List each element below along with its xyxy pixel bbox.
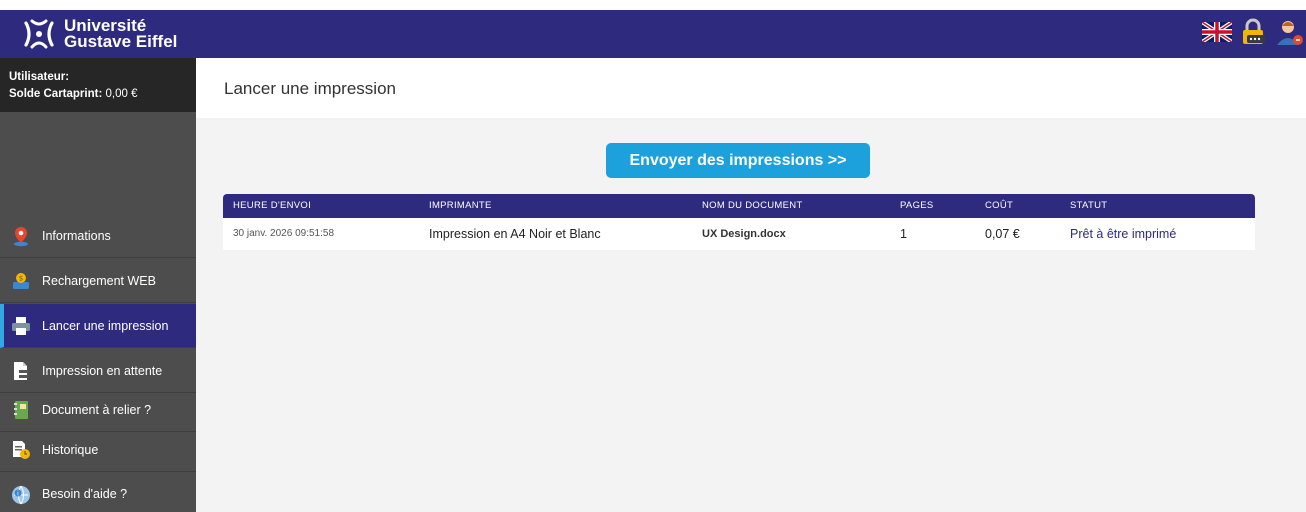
sidebar-item-label: Document à relier ? bbox=[42, 402, 152, 417]
col-nom-document[interactable]: NOM DU DOCUMENT bbox=[702, 194, 803, 218]
print-jobs-table: HEURE D'ENVOI IMPRIMANTE NOM DU DOCUMENT… bbox=[223, 194, 1255, 250]
svg-text:$: $ bbox=[19, 274, 23, 282]
sidebar-item-label: Historique bbox=[42, 442, 99, 457]
sidebar-item-label: Lancer une impression bbox=[42, 318, 169, 333]
sidebar-item-rechargement-web[interactable]: $ Rechargement WEB bbox=[0, 259, 196, 303]
uk-flag-icon[interactable] bbox=[1200, 19, 1234, 47]
col-imprimante[interactable]: IMPRIMANTE bbox=[429, 194, 492, 218]
sidebar-item-label: Impression en attente bbox=[42, 363, 163, 378]
user-label: Utilisateur: bbox=[9, 71, 70, 83]
cell-cout: 0,07 € bbox=[985, 227, 1020, 241]
sidebar-item-impression-attente[interactable]: Impression en attente bbox=[0, 349, 196, 393]
page-header: Lancer une impression bbox=[196, 58, 1306, 118]
user-logout-icon[interactable] bbox=[1274, 17, 1304, 52]
col-statut[interactable]: STATUT bbox=[1070, 194, 1107, 218]
university-logo-icon bbox=[24, 19, 54, 49]
cell-heure-envoi: 30 janv. 2026 09:51:58 bbox=[233, 228, 335, 239]
cell-statut: Prêt à être imprimé bbox=[1070, 227, 1177, 241]
binder-icon bbox=[10, 399, 32, 421]
sidebar-item-lancer-impression[interactable]: Lancer une impression bbox=[0, 304, 196, 348]
document-queue-icon bbox=[10, 360, 32, 382]
main-content: Lancer une impression Envoyer des impres… bbox=[196, 58, 1306, 512]
cell-imprimante: Impression en A4 Noir et Blanc bbox=[429, 227, 601, 241]
sidebar-item-document-relier[interactable]: Document à relier ? bbox=[0, 388, 196, 432]
sidebar-item-historique[interactable]: Historique bbox=[0, 428, 196, 472]
col-pages[interactable]: PAGES bbox=[900, 194, 934, 218]
logo-line-2: Gustave Eiffel bbox=[64, 32, 178, 51]
col-heure-envoi[interactable]: HEURE D'ENVOI bbox=[233, 194, 311, 218]
user-info: Utilisateur: Solde Cartaprint: 0,00 € bbox=[0, 58, 196, 112]
sidebar-item-label: Rechargement WEB bbox=[42, 273, 156, 288]
table-header: HEURE D'ENVOI IMPRIMANTE NOM DU DOCUMENT… bbox=[223, 194, 1255, 218]
top-bar: Université Gustave Eiffel bbox=[0, 10, 1306, 58]
lock-password-icon[interactable] bbox=[1238, 17, 1268, 52]
help-globe-icon: i bbox=[10, 483, 32, 505]
balance-label: Solde Cartaprint: bbox=[9, 88, 103, 100]
sidebar-item-label: Informations bbox=[42, 228, 111, 243]
sidebar-item-besoin-aide[interactable]: i Besoin d'aide ? bbox=[0, 472, 196, 512]
cell-pages: 1 bbox=[900, 227, 907, 241]
sidebar-item-informations[interactable]: Informations bbox=[0, 214, 196, 258]
page-title: Lancer une impression bbox=[224, 79, 396, 98]
table-row[interactable]: 30 janv. 2026 09:51:58 Impression en A4 … bbox=[223, 218, 1255, 250]
cell-nom-document: UX Design.docx bbox=[702, 228, 786, 240]
coin-wallet-icon: $ bbox=[10, 270, 32, 292]
university-logo[interactable]: Université Gustave Eiffel bbox=[22, 10, 177, 58]
sidebar: Utilisateur: Solde Cartaprint: 0,00 € In… bbox=[0, 58, 196, 512]
printer-icon bbox=[10, 315, 32, 337]
location-pin-icon bbox=[10, 225, 32, 247]
send-prints-button[interactable]: Envoyer des impressions >> bbox=[606, 143, 870, 178]
history-document-icon bbox=[10, 439, 32, 461]
sidebar-item-label: Besoin d'aide ? bbox=[42, 487, 128, 501]
col-cout[interactable]: COÛT bbox=[985, 194, 1013, 218]
balance-value: 0,00 € bbox=[105, 88, 138, 100]
